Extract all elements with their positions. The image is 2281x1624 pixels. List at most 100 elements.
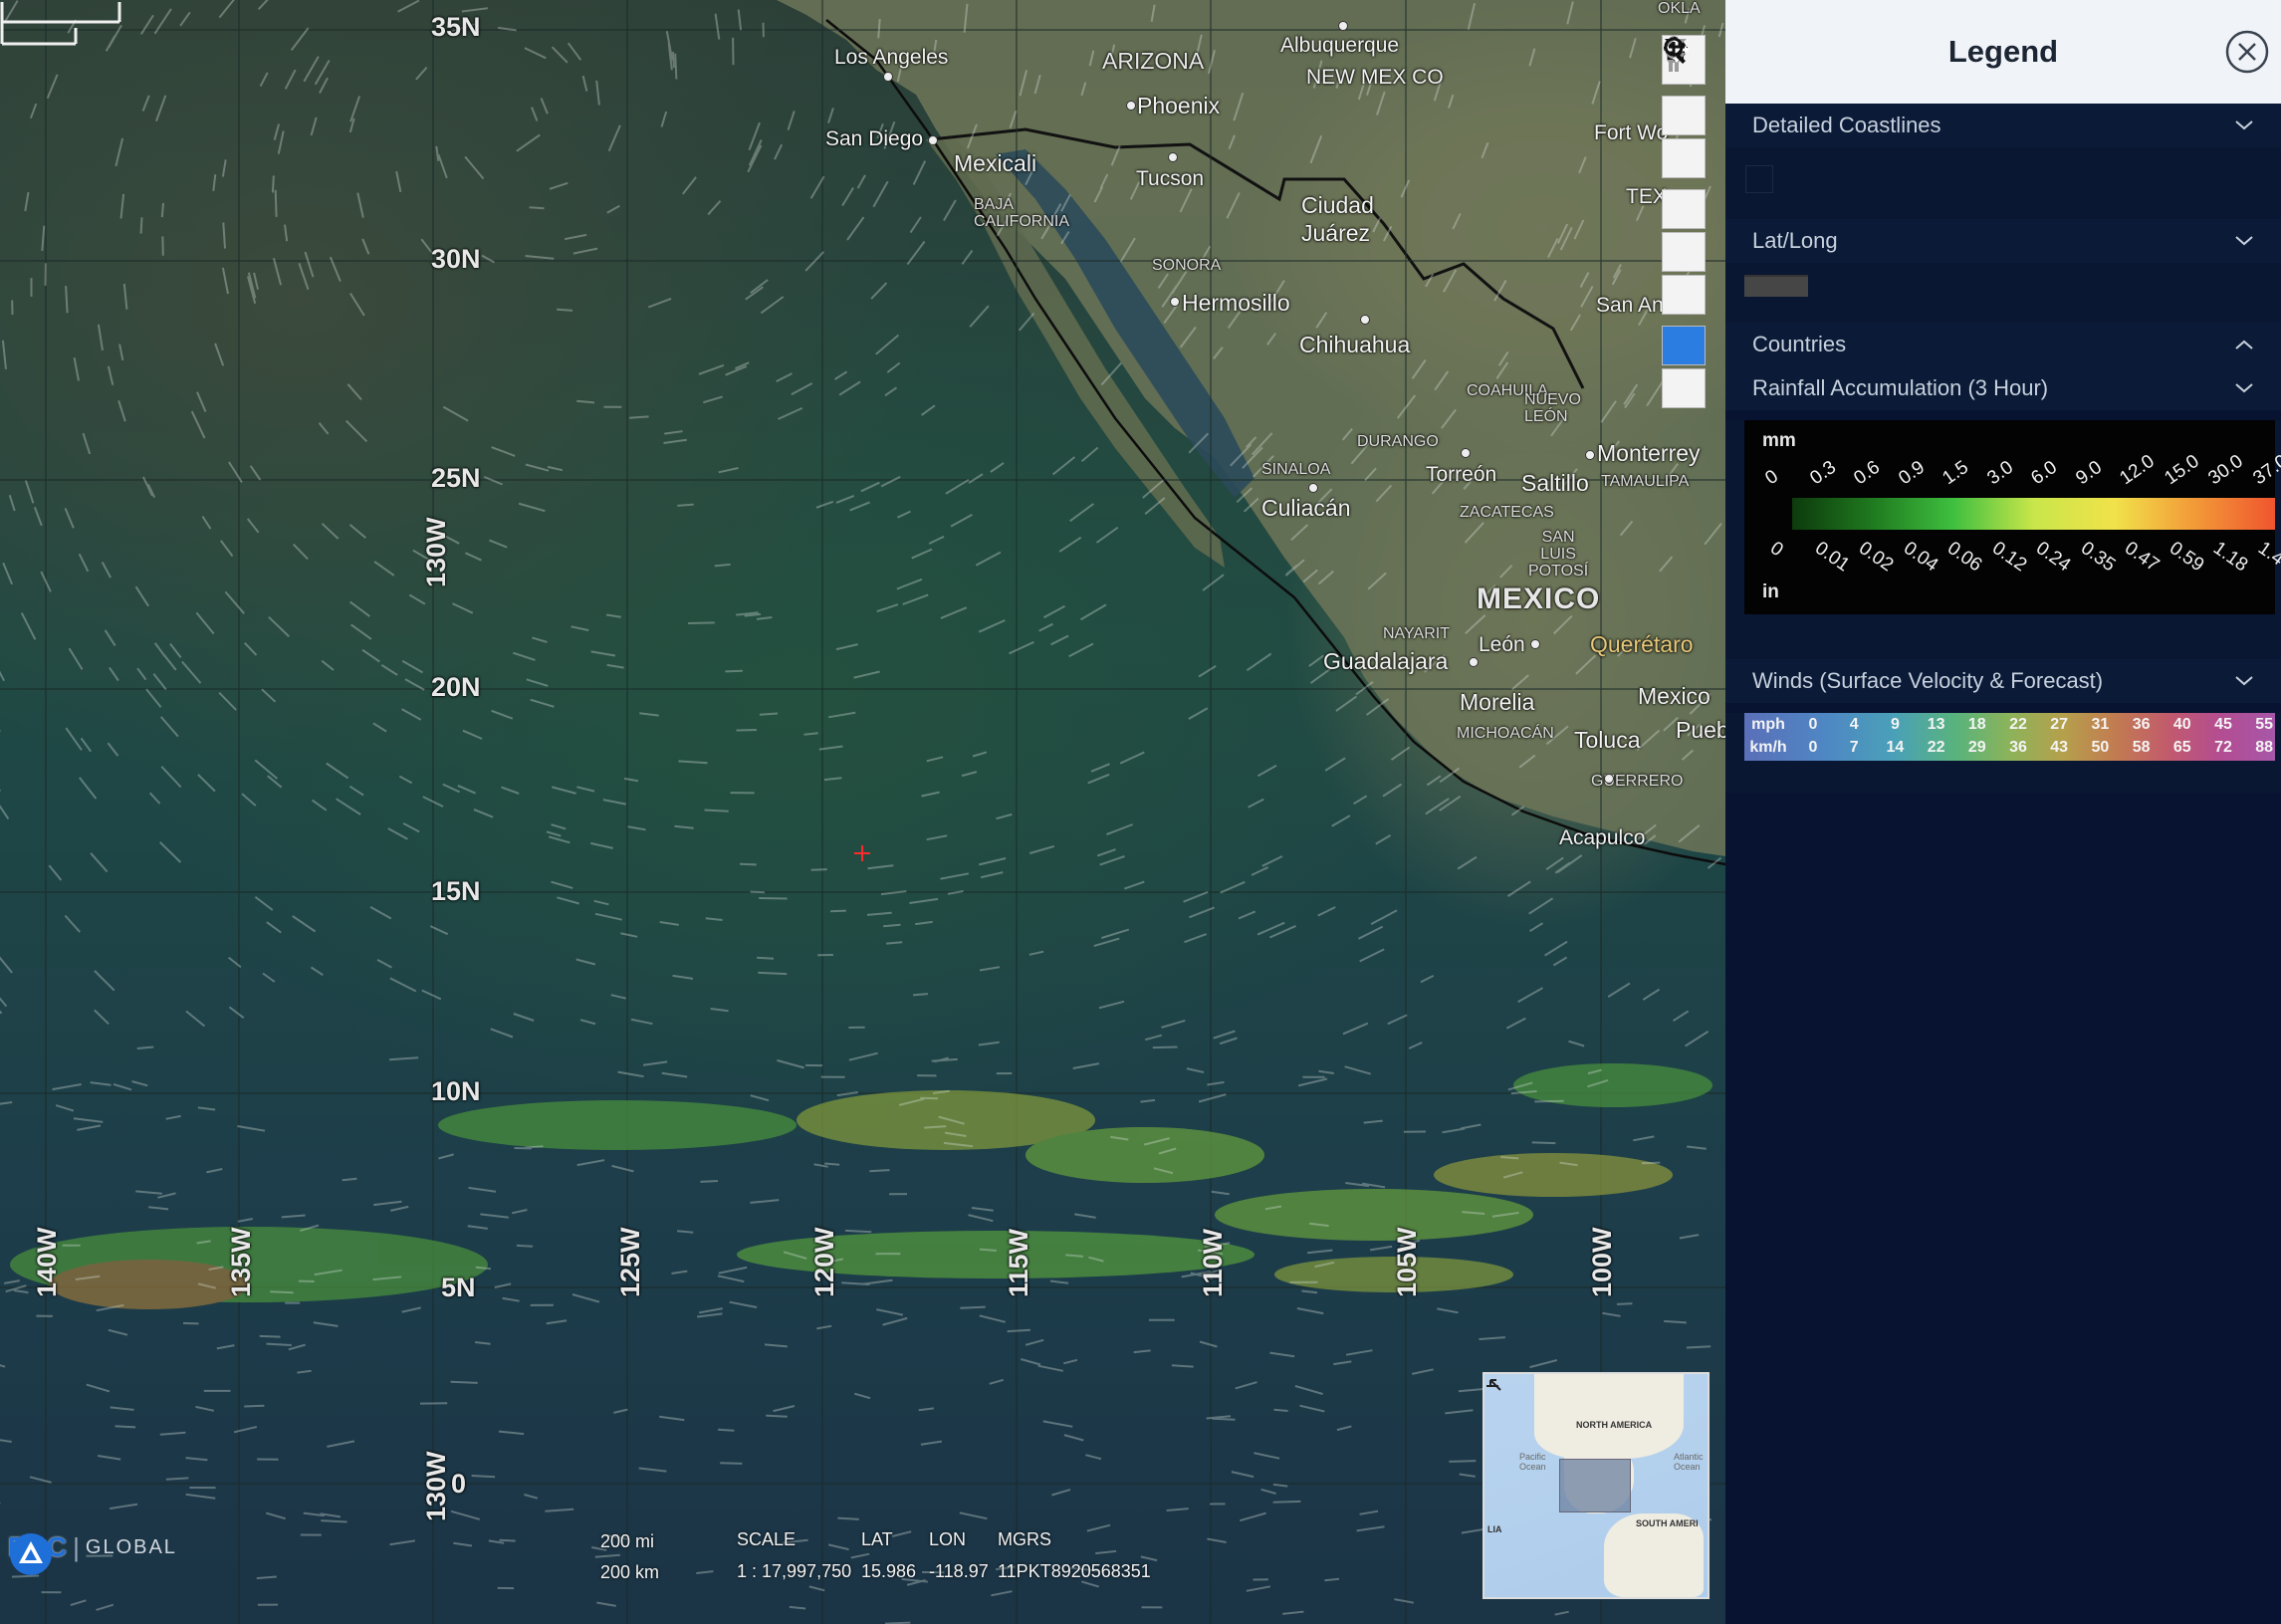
wind-streak	[1359, 948, 1385, 963]
overview-viewport[interactable]	[1559, 1459, 1631, 1512]
legend-section-detailed-coastlines[interactable]: Detailed Coastlines	[1725, 104, 2281, 147]
legend-section-winds[interactable]: Winds (Surface Velocity & Forecast)	[1725, 659, 2281, 703]
wind-streak	[1119, 751, 1145, 765]
wind-streak	[24, 480, 35, 504]
wind-streak	[1186, 1067, 1205, 1073]
place-sinaloa: SINALOA	[1261, 461, 1331, 478]
map-view[interactable]: 35N 30N 25N 20N 15N 10N 5N 0 140W 135W 1…	[0, 0, 1725, 1624]
legend-section-lat-long[interactable]: Lat/Long	[1725, 219, 2281, 263]
city-dot	[1461, 448, 1471, 458]
wind-streak	[880, 475, 901, 488]
wind-streak	[318, 422, 330, 435]
zoom-in-button[interactable]	[1662, 37, 1706, 135]
wind-streak	[1272, 1483, 1288, 1488]
wind-streak	[940, 606, 968, 619]
zoom-out-button[interactable]	[1662, 47, 1706, 178]
wind-streak	[1461, 1123, 1482, 1130]
wind-streak	[886, 361, 901, 373]
wind-streak	[703, 395, 723, 404]
legend-section-rainfall[interactable]: Rainfall Accumulation (3 Hour)	[1725, 366, 2281, 410]
wind-streak	[926, 834, 948, 841]
pan-button[interactable]	[1662, 37, 1706, 365]
lon-label-130w: 130W	[421, 517, 451, 587]
wind-streak	[233, 1426, 258, 1434]
wind-streak	[70, 1599, 87, 1606]
scale-km: 200 km	[600, 1562, 660, 1582]
wind-streak	[838, 380, 861, 396]
wind-streak	[567, 42, 582, 61]
wind-streak	[259, 1334, 281, 1338]
wind-streak	[1238, 910, 1256, 920]
rainfall-mm-tick: 9.0	[2071, 456, 2106, 490]
rainfall-mm-tick: 15.0	[2160, 450, 2203, 490]
legend-title: Legend	[1947, 34, 2059, 69]
rainfall-mm-tick: 12.0	[2116, 450, 2159, 490]
wind-streak	[501, 786, 520, 795]
wind-streak	[551, 880, 573, 889]
wind-streak	[224, 590, 245, 614]
home-button[interactable]	[1662, 38, 1706, 229]
wind-streak	[856, 174, 866, 189]
city-dot	[1170, 297, 1180, 307]
wind-streak	[1607, 982, 1631, 998]
wind-streak	[1248, 798, 1264, 809]
wind-streak	[190, 410, 206, 439]
wind-streak	[837, 1516, 859, 1520]
wind-streak	[197, 774, 216, 793]
wind-streak	[1074, 1213, 1096, 1219]
overview-map[interactable]: NORTH AMERICA SOUTH AMERI Pacific Ocean …	[1483, 1372, 1710, 1599]
wind-streak	[1079, 603, 1107, 621]
zoom-box-button[interactable]	[1662, 37, 1706, 408]
place-nuevo-leon: NUEVO LEÓN	[1524, 391, 1581, 425]
wind-streak	[876, 603, 899, 613]
pdc-logo-icon	[10, 1533, 52, 1575]
close-icon[interactable]	[2225, 30, 2269, 74]
wind-streak	[623, 777, 639, 783]
wind-streak	[773, 1405, 796, 1413]
legend-section-countries[interactable]: Countries	[1725, 323, 2281, 366]
coastline-swatch	[1745, 165, 1773, 193]
rotate-right-button[interactable]	[1662, 38, 1706, 315]
wind-streak	[266, 921, 282, 934]
place-puebla: Pueb	[1676, 717, 1725, 743]
lat-label-20n: 20N	[431, 672, 481, 702]
wind-streak	[1207, 1080, 1225, 1086]
wind-streak	[277, 130, 285, 154]
chevron-down-icon	[2235, 120, 2253, 130]
place-mexico-city: Mexico	[1638, 683, 1711, 709]
wind-streak	[549, 181, 569, 190]
wind-streak	[758, 971, 788, 976]
wind-streak	[471, 1475, 496, 1479]
wind-streak	[254, 759, 279, 780]
place-mexico: MEXICO	[1477, 582, 1601, 615]
wind-streak	[950, 514, 973, 528]
rainfall-mm-tick: 0.9	[1894, 456, 1929, 490]
wind-streak	[660, 111, 668, 127]
wind-streak	[114, 137, 124, 167]
wind-streak	[342, 1177, 357, 1182]
wind-streak	[551, 823, 567, 830]
wind-streak	[979, 857, 1007, 866]
wind-streak	[214, 343, 225, 366]
wind-streak	[1051, 1489, 1071, 1497]
collapse-overview-icon[interactable]	[1484, 1378, 1500, 1394]
wind-streak	[590, 841, 613, 849]
wind-streak	[764, 1343, 788, 1348]
wind-streak	[718, 467, 739, 474]
overview-label-north-america: NORTH AMERICA	[1576, 1420, 1653, 1430]
rotate-left-button[interactable]	[1662, 38, 1706, 272]
wind-streak	[1272, 1500, 1301, 1504]
wind-streak	[1219, 1037, 1238, 1045]
wind-streak	[117, 399, 126, 422]
scale-miles: 200 mi	[600, 1531, 655, 1551]
wind-streak	[737, 9, 743, 31]
place-los-angeles: Los Angeles	[834, 46, 949, 69]
wind-streak	[148, 792, 161, 805]
pdc-logo[interactable]: PDC | GLOBAL	[8, 1531, 177, 1575]
place-sonora: SONORA	[1152, 257, 1222, 274]
wind-streak	[968, 1214, 994, 1223]
wind-streak	[978, 619, 1006, 633]
rainfall-color-scale: mm in 0 0.3 0.6 0.9 1.5 3.0 6.0 9.0 12.0 15.0 30.0…	[1744, 420, 2281, 614]
wind-streak	[867, 864, 894, 870]
wind-streak	[841, 186, 854, 207]
